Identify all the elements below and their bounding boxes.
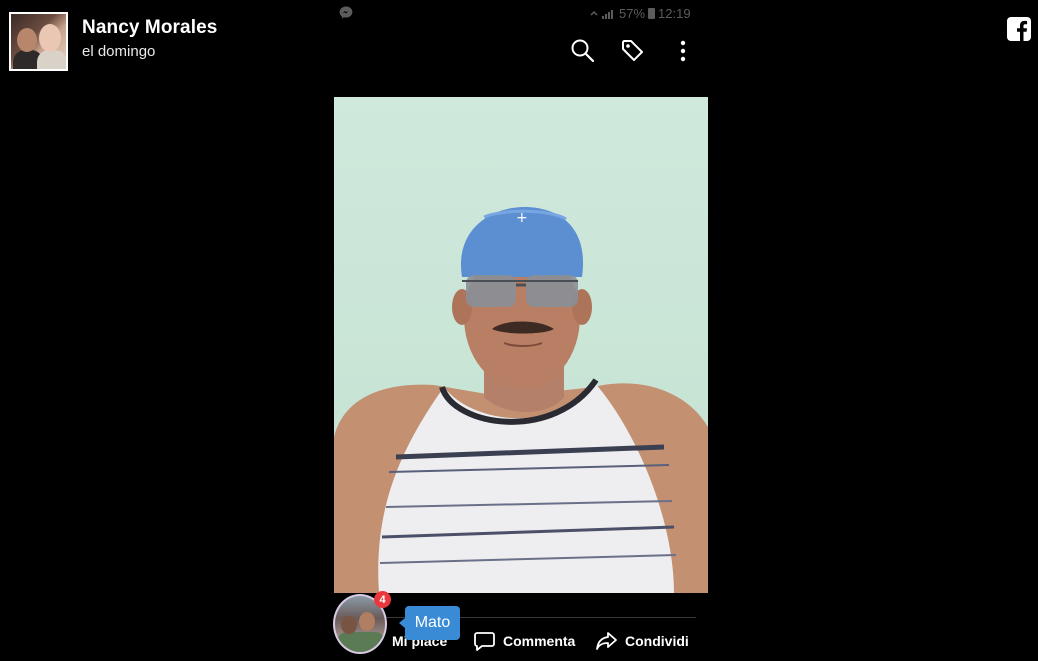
tag-button[interactable] [619,37,647,65]
post-timestamp[interactable]: el domingo [82,43,155,60]
photo-selfie-man: + [334,207,708,593]
battery-icon [648,8,656,19]
facebook-icon[interactable] [1007,17,1031,41]
share-icon [596,632,617,650]
signal-icon [590,9,613,19]
post-photo[interactable]: + [334,97,708,593]
comment-icon [474,632,495,651]
clock: 12:19 [658,6,691,21]
search-icon [571,39,595,63]
avatar-person-face [39,24,61,52]
chat-head-person-face [359,612,375,631]
author-avatar[interactable] [9,12,68,71]
avatar-person-face [17,28,37,52]
chat-head-name-tooltip: Mato [399,606,460,640]
notification-badge: 4 [374,591,391,608]
tag-icon [622,40,643,61]
search-button[interactable] [569,37,597,65]
author-name[interactable]: Nancy Morales [82,17,217,39]
svg-text:+: + [516,210,528,226]
more-options-button[interactable] [669,37,697,65]
comment-button[interactable]: Commenta [474,630,575,652]
share-button[interactable]: Condividi [596,630,689,652]
share-label: Condividi [625,633,689,649]
more-options-icon [680,40,686,62]
avatar-person-body [37,50,66,69]
comment-label: Commenta [503,633,576,649]
chat-head-person-body [337,632,385,652]
status-bar: 57% 12:19 [590,6,691,21]
battery-percentage: 57% [619,6,646,21]
chat-head-person-face [341,616,357,634]
messenger-icon [339,6,353,19]
